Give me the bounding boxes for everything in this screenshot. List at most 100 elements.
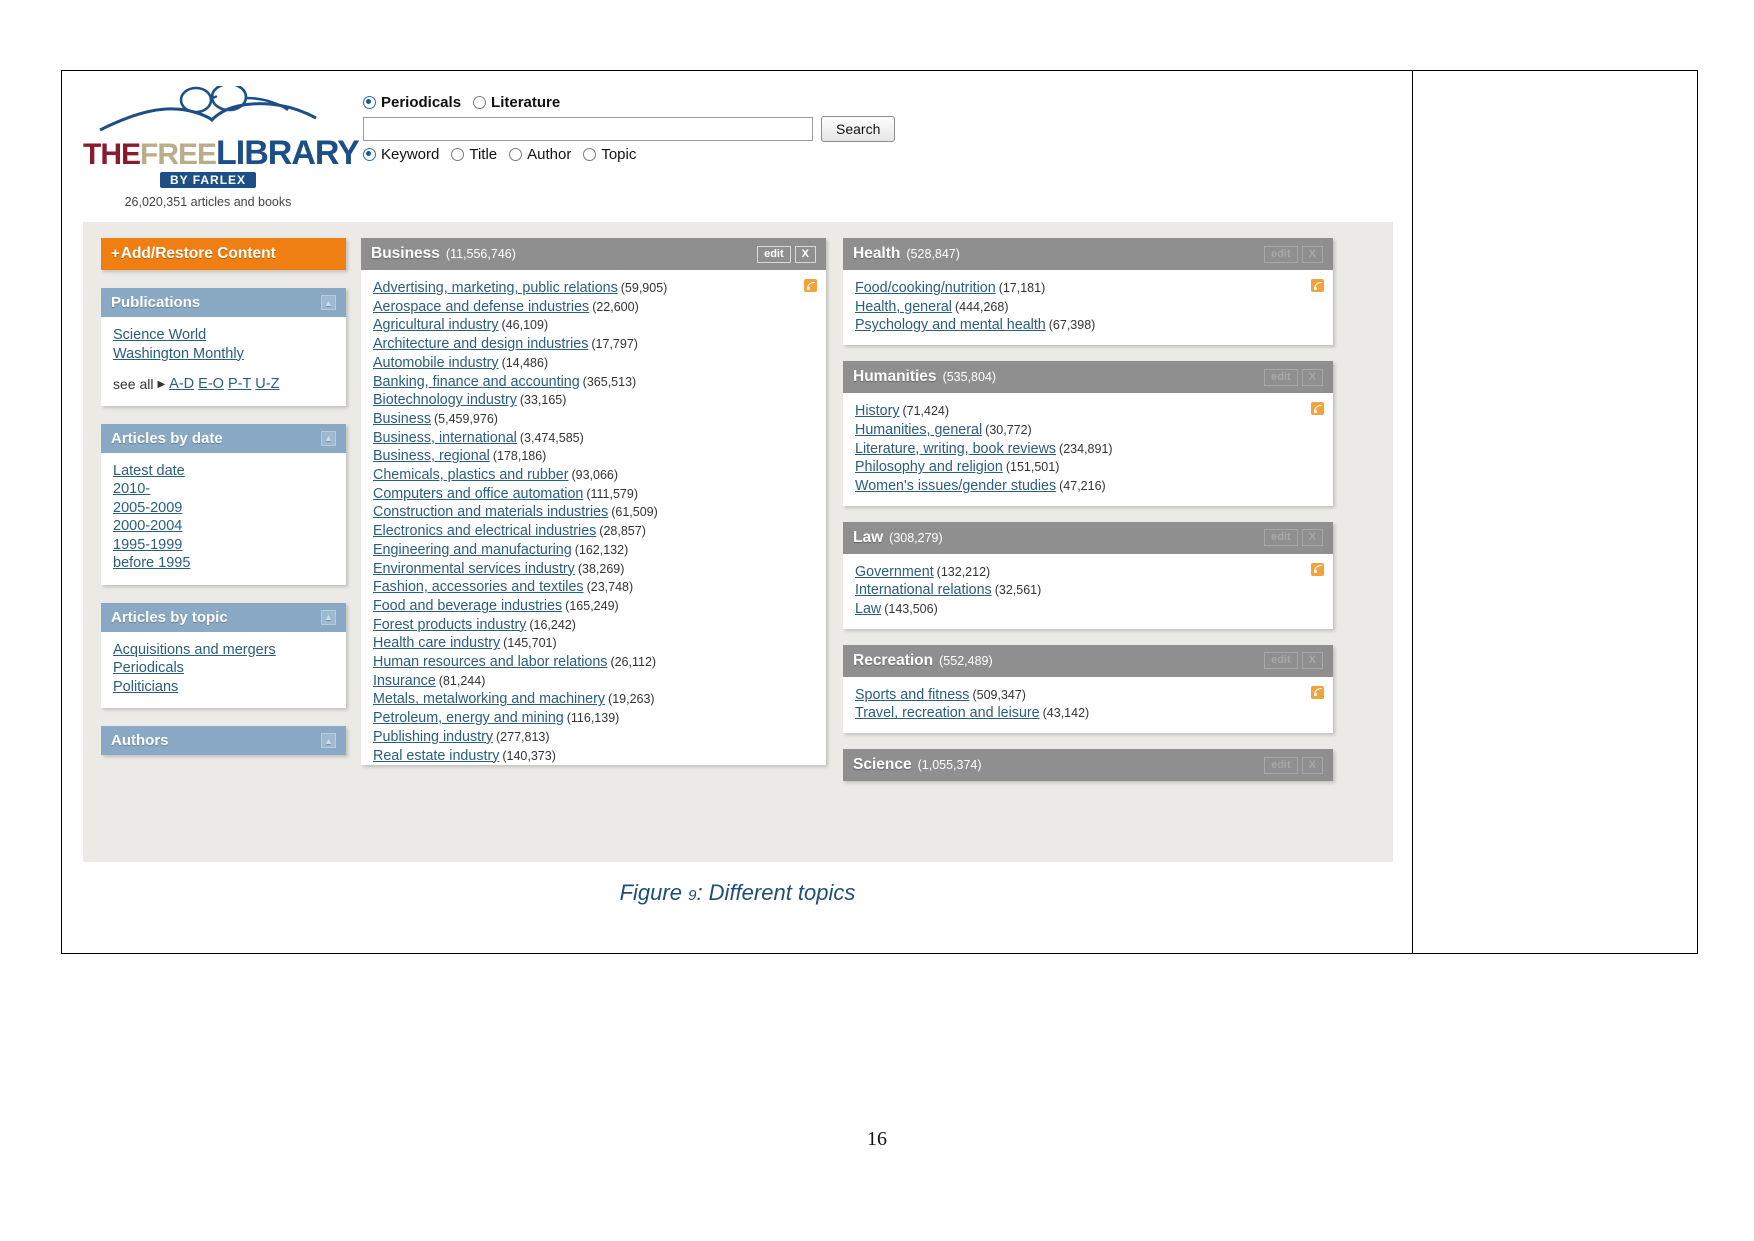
radio-author[interactable]: Author (509, 146, 571, 163)
topic-link[interactable]: Sports and fitness (855, 687, 969, 703)
site-logo[interactable]: THEFREELIBRARY BY FARLEX 26,020,351 arti… (83, 82, 360, 209)
topic-link[interactable]: Banking, finance and accounting (373, 374, 580, 390)
range-link-pt[interactable]: P-T (228, 375, 251, 394)
topic-link[interactable]: Forest products industry (373, 617, 526, 633)
topic-link[interactable]: Petroleum, energy and mining (373, 710, 564, 726)
topic-link[interactable]: Publishing industry (373, 729, 493, 745)
topic-link[interactable]: Human resources and labor relations (373, 654, 607, 670)
close-button[interactable]: X (1301, 245, 1323, 263)
edit-button[interactable]: edit (757, 245, 791, 263)
date-link[interactable]: 2000-2004 (113, 517, 334, 536)
topic-row: Business, international (3,474,585) (373, 429, 814, 448)
close-button[interactable]: X (794, 245, 816, 263)
publications-header: Publications ▲ (101, 288, 346, 317)
publication-link[interactable]: Science World (113, 326, 334, 345)
radio-literature[interactable]: Literature (473, 94, 560, 111)
collapse-icon[interactable]: ▲ (321, 733, 336, 748)
radio-keyword-dot[interactable] (363, 148, 376, 161)
date-link[interactable]: Latest date (113, 462, 334, 481)
topic-link[interactable]: Business, international (373, 430, 517, 446)
edit-button[interactable]: edit (1264, 245, 1298, 263)
radio-topic-dot[interactable] (583, 148, 597, 161)
edit-button[interactable]: edit (1264, 368, 1298, 386)
radio-keyword[interactable]: Keyword (363, 146, 439, 163)
topic-link[interactable]: Biotechnology industry (373, 392, 517, 408)
publication-link[interactable]: Washington Monthly (113, 345, 334, 364)
card-title: Humanities (853, 368, 937, 386)
topic-count: (22,600) (592, 299, 639, 314)
topic-link[interactable]: Chemicals, plastics and rubber (373, 467, 568, 483)
topic-link[interactable]: Automobile industry (373, 355, 499, 371)
topic-link[interactable]: Aerospace and defense industries (373, 299, 589, 315)
collapse-icon[interactable]: ▲ (321, 609, 336, 625)
topic-link[interactable]: Engineering and manufacturing (373, 542, 572, 558)
rss-icon[interactable] (1311, 279, 1324, 292)
search-input[interactable] (363, 117, 813, 141)
topic-link[interactable]: Humanities, general (855, 422, 982, 438)
topic-link[interactable]: Politicians (113, 678, 334, 697)
topic-link[interactable]: Construction and materials industries (373, 504, 608, 520)
radio-title-label: Title (469, 146, 498, 163)
topic-link[interactable]: Travel, recreation and leisure (855, 705, 1040, 721)
close-button[interactable]: X (1301, 529, 1323, 547)
topic-link[interactable]: Architecture and design industries (373, 336, 588, 352)
card-body: Government (132,212) International relatio… (843, 553, 1333, 629)
close-button[interactable]: X (1301, 756, 1323, 774)
rss-icon[interactable] (1311, 685, 1324, 699)
search-button[interactable]: Search (821, 116, 896, 142)
rss-icon[interactable] (1311, 402, 1324, 416)
radio-title[interactable]: Title (451, 146, 497, 163)
topic-link[interactable]: Fashion, accessories and textiles (373, 579, 584, 595)
topic-link[interactable]: Advertising, marketing, public relations (373, 280, 618, 296)
topic-link[interactable]: Environmental services industry (373, 561, 575, 577)
edit-button[interactable]: edit (1264, 652, 1298, 670)
collapse-icon[interactable]: ▲ (321, 430, 336, 446)
topic-link[interactable]: Health care industry (373, 635, 500, 651)
topic-link[interactable]: Periodicals (113, 659, 334, 678)
topic-link[interactable]: International relations (855, 582, 992, 598)
edit-button[interactable]: edit (1264, 756, 1298, 774)
topic-link[interactable]: Philosophy and religion (855, 459, 1003, 475)
topic-link[interactable]: History (855, 403, 899, 419)
topic-link[interactable]: Law (855, 601, 881, 617)
edit-button[interactable]: edit (1264, 529, 1298, 547)
close-button[interactable]: X (1301, 652, 1323, 670)
topic-link[interactable]: Literature, writing, book reviews (855, 441, 1056, 457)
radio-author-dot[interactable] (509, 148, 523, 161)
topic-link[interactable]: Psychology and mental health (855, 317, 1046, 333)
radio-periodicals-dot[interactable] (363, 96, 376, 109)
radio-topic[interactable]: Topic (583, 146, 636, 163)
logo-byline: BY FARLEX (159, 172, 257, 188)
topic-link[interactable]: Insurance (373, 673, 436, 689)
date-link[interactable]: 1995-1999 (113, 536, 334, 555)
rss-icon[interactable] (804, 279, 817, 292)
topic-link[interactable]: Metals, metalworking and machinery (373, 691, 605, 707)
topic-link[interactable]: Health, general (855, 299, 952, 315)
range-link-uz[interactable]: U-Z (255, 375, 279, 394)
rss-icon[interactable] (1311, 562, 1324, 576)
collapse-icon[interactable]: ▲ (321, 295, 336, 310)
topic-link[interactable]: Agricultural industry (373, 317, 499, 333)
topic-link[interactable]: Women's issues/gender studies (855, 478, 1056, 494)
topic-link[interactable]: Business (373, 411, 431, 427)
topic-row: History (71,424) (855, 402, 1321, 421)
topic-link[interactable]: Computers and office automation (373, 486, 583, 502)
topic-link[interactable]: Government (855, 564, 934, 580)
date-link[interactable]: 2005-2009 (113, 499, 334, 518)
topic-link[interactable]: Real estate industry (373, 748, 499, 764)
articles-by-topic-title: Articles by topic (111, 608, 228, 626)
radio-periodicals[interactable]: Periodicals (363, 94, 461, 111)
close-button[interactable]: X (1301, 368, 1323, 386)
range-link-eo[interactable]: E-O (198, 375, 224, 394)
topic-link[interactable]: Food/cooking/nutrition (855, 280, 996, 296)
range-link-ad[interactable]: A-D (169, 375, 194, 394)
topic-link[interactable]: Business, regional (373, 448, 490, 464)
radio-literature-dot[interactable] (473, 96, 487, 109)
radio-title-dot[interactable] (451, 148, 465, 161)
topic-link[interactable]: Electronics and electrical industries (373, 523, 596, 539)
date-link[interactable]: 2010- (113, 480, 334, 499)
topic-link[interactable]: Acquisitions and mergers (113, 641, 334, 660)
topic-link[interactable]: Food and beverage industries (373, 598, 562, 614)
add-restore-content-button[interactable]: +Add/Restore Content (101, 238, 346, 270)
date-link[interactable]: before 1995 (113, 554, 334, 573)
